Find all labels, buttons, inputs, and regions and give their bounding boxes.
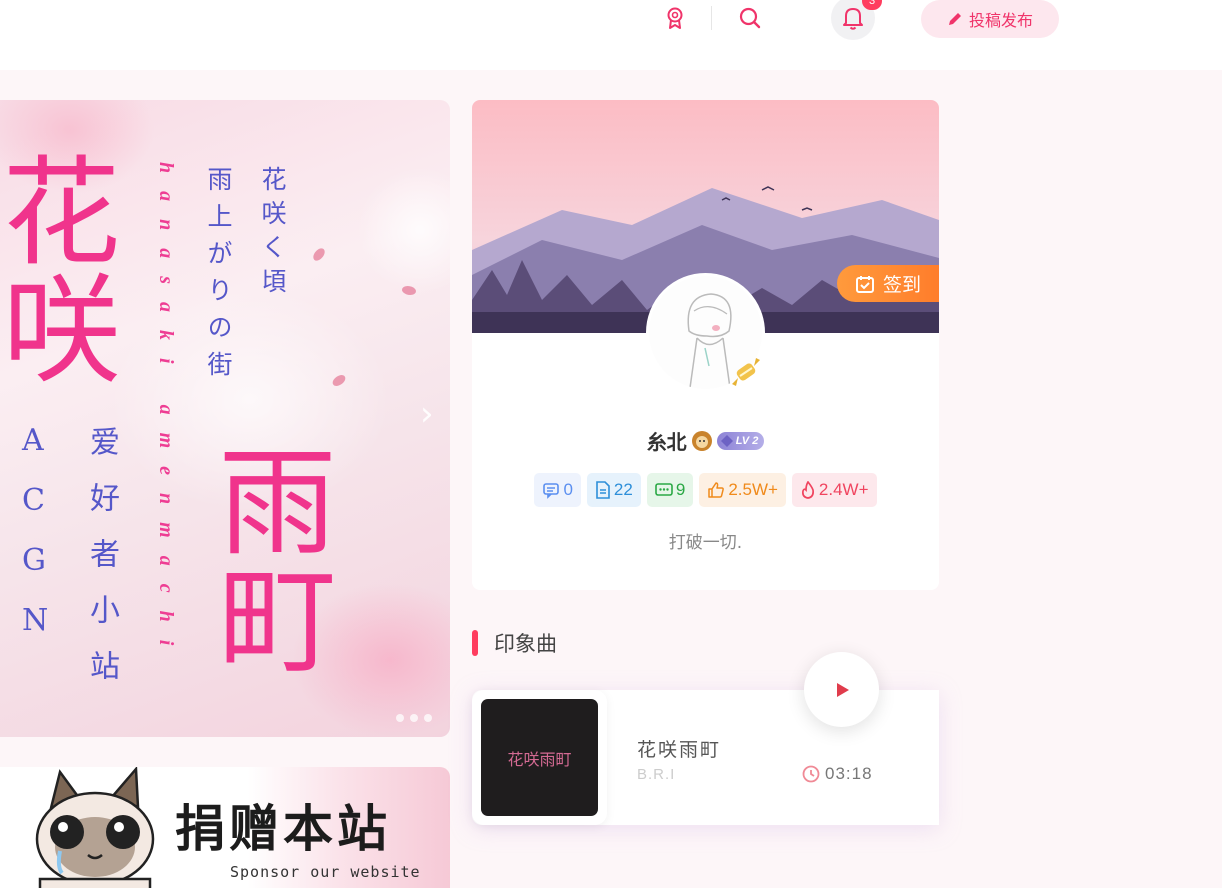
- song-duration-value: 03:18: [825, 764, 873, 783]
- level-text: LV 2: [735, 434, 759, 447]
- song-artist: B.R.I: [637, 766, 676, 783]
- banner-letter-n: N: [22, 603, 49, 638]
- pencil-icon: [948, 13, 961, 25]
- play-icon: [836, 682, 849, 697]
- badge-icon[interactable]: [661, 4, 689, 32]
- banner-letter-c: C: [22, 483, 45, 518]
- lion-avatar-badge-icon: [691, 430, 712, 451]
- stat-comments-value: 0: [563, 480, 573, 499]
- header-divider: [711, 6, 712, 30]
- level-badge: LV 2: [716, 431, 765, 450]
- album-cover: 花咲雨町: [472, 690, 607, 825]
- hero-banner[interactable]: 花咲 雨町 A C G N 爱好者小站 hanasaki amenmachi 花…: [0, 100, 450, 737]
- carousel-dot[interactable]: [410, 714, 418, 722]
- thumbs-up-icon: [708, 482, 725, 498]
- user-bio: 打破一切.: [668, 533, 743, 553]
- stat-posts[interactable]: 22: [586, 473, 641, 507]
- search-icon[interactable]: [736, 4, 764, 32]
- carousel-dot[interactable]: [396, 714, 404, 722]
- stats-row: 0 22 9 2.5W+ 2.4W+: [472, 473, 939, 507]
- clock-icon: [802, 765, 820, 783]
- stat-comments[interactable]: 0: [534, 473, 581, 507]
- music-section-title: 印象曲: [494, 632, 557, 656]
- fire-icon: [801, 481, 814, 499]
- stat-hot-value: 2.4W+: [818, 480, 869, 499]
- banner-letter-a: A: [22, 423, 44, 458]
- cat-illustration: [35, 767, 155, 888]
- sign-in-button[interactable]: 签到: [837, 265, 939, 302]
- petal-decoration: [310, 246, 328, 263]
- post-publish-button[interactable]: 投稿发布: [921, 0, 1059, 38]
- stat-likes[interactable]: 2.5W+: [699, 473, 786, 507]
- stat-posts-value: 22: [613, 480, 633, 499]
- banner-letter-g: G: [22, 543, 46, 578]
- user-profile-card: 签到 糸北 LV 2 0 22 9 2.5W+ 2.4W+ 打破一切.: [472, 100, 939, 590]
- donate-banner[interactable]: 捐赠本站 Sponsor our website: [0, 767, 450, 888]
- carousel-dot[interactable]: [424, 714, 432, 722]
- petal-decoration: [400, 283, 418, 298]
- username-row: 糸北 LV 2: [472, 426, 939, 455]
- bell-icon: [843, 8, 863, 30]
- music-section-header: 印象曲: [472, 628, 557, 658]
- comments-icon: [543, 483, 560, 499]
- donate-title: 捐赠本站: [175, 800, 391, 858]
- album-cover-image: 花咲雨町: [481, 699, 598, 816]
- message-icon: [655, 483, 673, 496]
- play-button[interactable]: [804, 652, 879, 727]
- candy-badge-icon: [728, 354, 764, 394]
- banner-tagline: 爱好者小站: [84, 426, 119, 706]
- banner-vertical-line-2: 雨上がりの街: [204, 166, 233, 388]
- banner-vertical-line-1: 花咲く頃: [258, 166, 287, 302]
- chevron-right-icon[interactable]: ›: [420, 394, 434, 434]
- diamond-icon: [720, 434, 733, 447]
- stat-likes-value: 2.5W+: [728, 480, 778, 499]
- banner-big-title-right: 雨町: [198, 440, 336, 676]
- section-accent-bar: [472, 630, 478, 656]
- document-icon: [596, 481, 610, 499]
- carousel-dots: [396, 714, 432, 722]
- calendar-check-icon: [855, 275, 874, 293]
- stat-messages-value: 9: [675, 480, 686, 499]
- banner-romaji: hanasaki amenmachi: [155, 162, 177, 664]
- petal-decoration: [330, 373, 348, 388]
- post-button-label: 投稿发布: [968, 11, 1033, 30]
- song-title: 花咲雨町: [637, 739, 722, 761]
- banner-big-title-left: 花咲: [0, 150, 120, 386]
- donate-subtitle: Sponsor our website: [230, 863, 421, 881]
- stat-hot[interactable]: 2.4W+: [791, 473, 877, 507]
- username: 糸北: [646, 430, 687, 454]
- sign-in-label: 签到: [882, 274, 921, 296]
- song-duration: 03:18: [802, 764, 873, 784]
- stat-messages[interactable]: 9: [646, 473, 694, 507]
